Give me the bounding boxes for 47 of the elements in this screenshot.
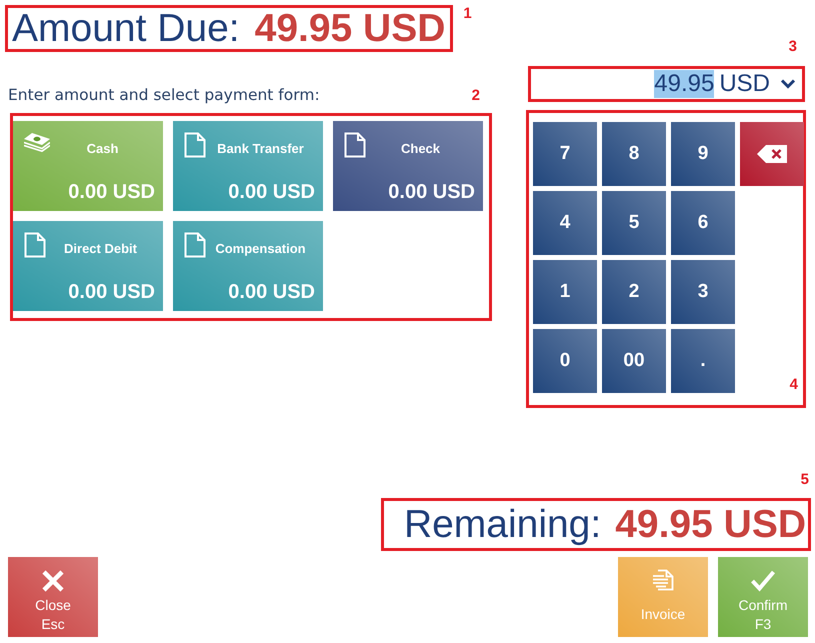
amount-due-value: 49.95 USD — [254, 9, 446, 48]
checkmark-icon — [750, 569, 776, 593]
close-button[interactable]: Close Esc — [8, 557, 98, 637]
payment-name: Cash — [86, 140, 120, 158]
instruction-text: Enter amount and select payment form: — [8, 85, 320, 106]
callout-number: 5 — [800, 472, 809, 488]
document-icon — [184, 132, 206, 158]
banknotes-icon — [24, 132, 50, 152]
keypad-key[interactable]: 8 — [602, 122, 666, 186]
callout-number: 3 — [788, 39, 797, 55]
keypad-key[interactable]: . — [671, 329, 735, 393]
payment-amount: 0.00 USD — [227, 281, 315, 303]
keypad-key[interactable]: 2 — [602, 260, 666, 324]
keypad-key[interactable]: 6 — [671, 191, 735, 255]
remaining-value: 49.95 USD — [615, 505, 806, 544]
payment-amount: 0.00 USD — [227, 181, 315, 203]
document-icon — [184, 232, 206, 258]
payment-amount: 0.00 USD — [67, 281, 155, 303]
payment-amount: 0.00 USD — [67, 181, 155, 203]
keypad-key[interactable]: 3 — [671, 260, 735, 324]
document-icon — [344, 132, 366, 158]
remaining-label: Remaining: — [404, 505, 602, 544]
payment-name: Compensation — [214, 240, 307, 258]
callout-number: 1 — [463, 6, 472, 22]
currency-dropdown[interactable]: USD — [719, 70, 796, 98]
payment-name: Check — [400, 140, 442, 158]
keypad-key[interactable]: 9 — [671, 122, 735, 186]
document-lines-icon — [652, 569, 674, 591]
chevron-icon — [780, 79, 796, 89]
amount-due-label: Amount Due: — [12, 9, 240, 48]
keypad-key[interactable]: 0 — [533, 329, 597, 393]
keypad-key[interactable]: 1 — [533, 260, 597, 324]
backspace-key[interactable] — [740, 122, 804, 186]
payment-amount: 0.00 USD — [387, 181, 475, 203]
document-icon — [24, 232, 46, 258]
amount-input[interactable]: 49.95 — [654, 70, 714, 98]
keypad-key[interactable]: 00 — [602, 329, 666, 393]
keypad-key[interactable]: 4 — [533, 191, 597, 255]
callout-number: 4 — [790, 377, 798, 393]
payment-name: Direct Debit — [63, 240, 138, 258]
payment-tile[interactable]: Check 0.00 USD — [333, 121, 483, 211]
keypad-key[interactable]: 7 — [533, 122, 597, 186]
keypad-key[interactable]: 5 — [602, 191, 666, 255]
close-icon — [41, 569, 65, 593]
backspace-icon — [757, 145, 787, 163]
payment-name: Bank Transfer — [216, 140, 305, 158]
callout-number: 2 — [472, 88, 480, 104]
